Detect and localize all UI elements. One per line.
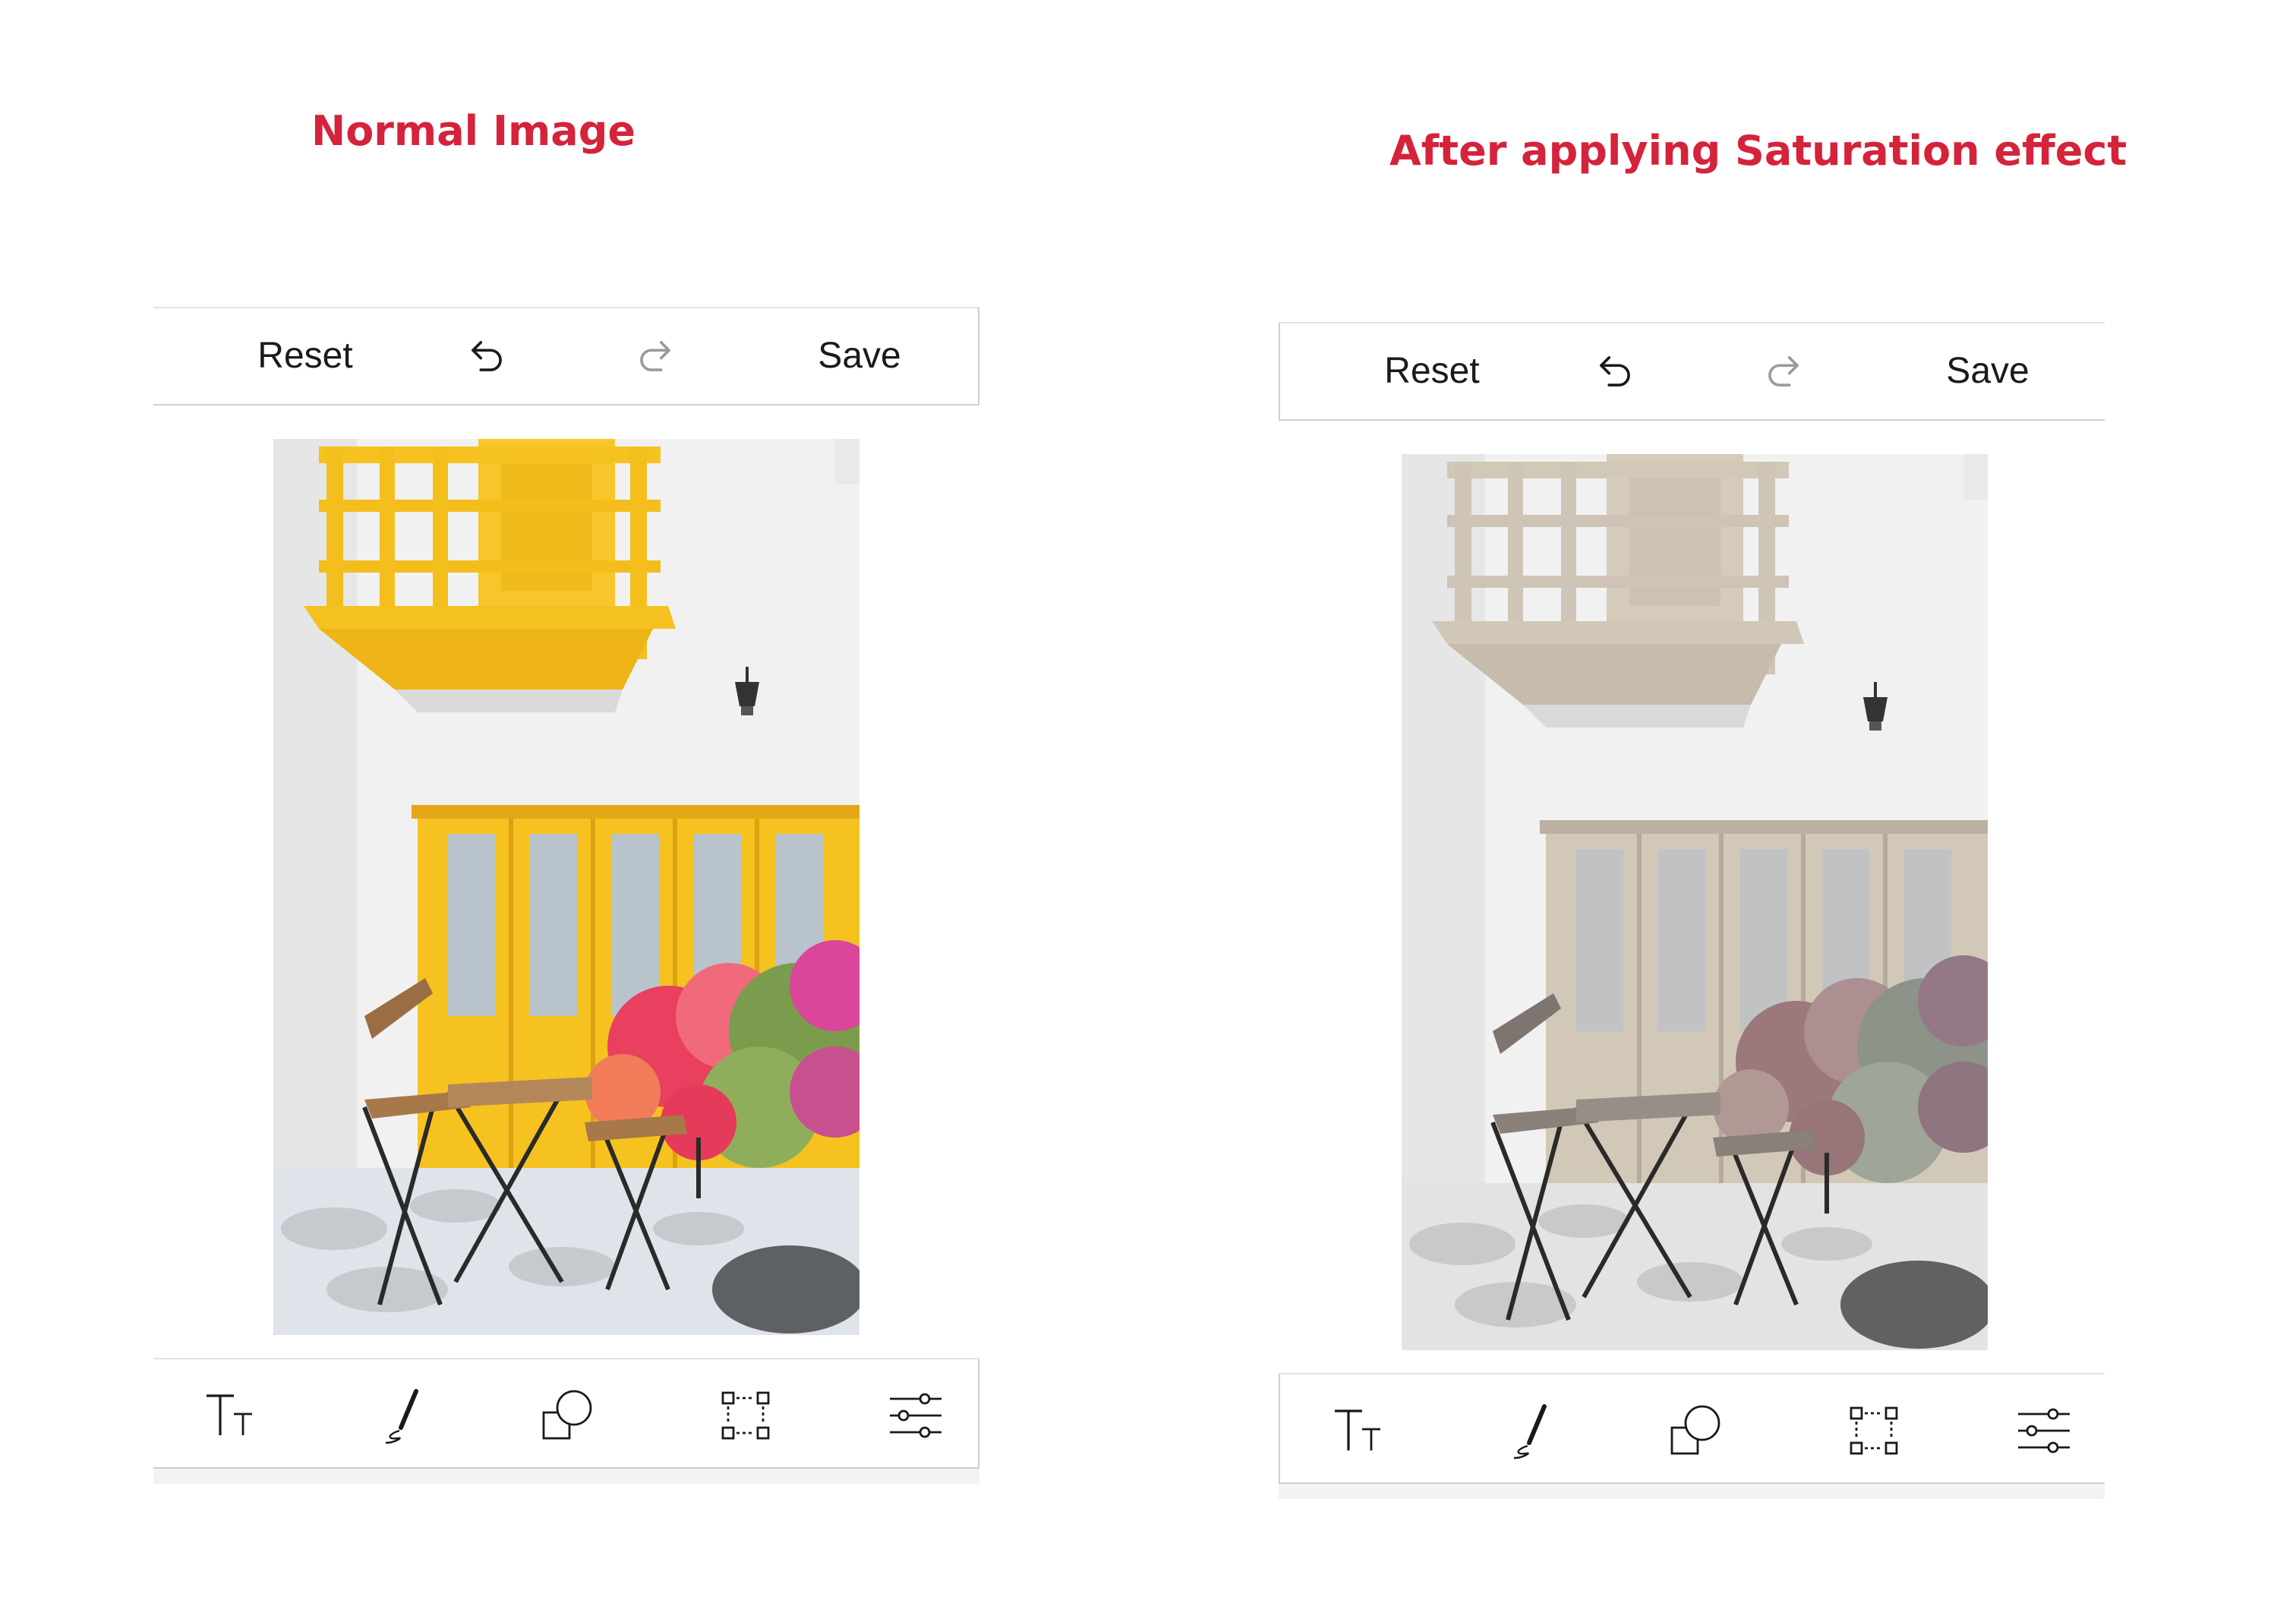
- top-toolbar: Reset Save: [1279, 322, 2105, 421]
- editor-panel-saturation: Reset Save: [1279, 322, 2105, 1504]
- adjust-sliders-icon[interactable]: [2014, 1400, 2074, 1461]
- shapes-icon[interactable]: [536, 1385, 597, 1446]
- caption-saturation-effect: After applying Saturation effect: [1389, 127, 2127, 175]
- redo-icon[interactable]: [632, 333, 679, 380]
- text-icon[interactable]: [200, 1385, 261, 1446]
- save-button[interactable]: Save: [791, 308, 928, 404]
- reset-button[interactable]: Reset: [1364, 324, 1500, 419]
- photo-normal: [273, 439, 859, 1335]
- transform-icon[interactable]: [715, 1385, 776, 1446]
- bottom-shadow: [1279, 1484, 2105, 1499]
- pen-draw-icon[interactable]: [374, 1385, 434, 1446]
- bottom-shadow: [153, 1469, 979, 1484]
- reset-button[interactable]: Reset: [237, 308, 374, 404]
- text-icon[interactable]: [1329, 1400, 1389, 1461]
- shapes-icon[interactable]: [1664, 1400, 1725, 1461]
- photo-saturation: [1402, 454, 1988, 1350]
- editor-panel-normal: Reset Save: [153, 307, 979, 1488]
- save-button[interactable]: Save: [1919, 324, 2056, 419]
- top-toolbar: Reset Save: [153, 307, 979, 406]
- bottom-toolbar: [1279, 1373, 2105, 1484]
- redo-icon[interactable]: [1760, 348, 1807, 395]
- adjust-sliders-icon[interactable]: [885, 1385, 946, 1446]
- undo-icon[interactable]: [463, 333, 510, 380]
- transform-icon[interactable]: [1843, 1400, 1904, 1461]
- undo-icon[interactable]: [1591, 348, 1638, 395]
- pen-draw-icon[interactable]: [1502, 1400, 1563, 1461]
- bottom-toolbar: [153, 1358, 979, 1469]
- caption-normal-image: Normal Image: [311, 107, 636, 155]
